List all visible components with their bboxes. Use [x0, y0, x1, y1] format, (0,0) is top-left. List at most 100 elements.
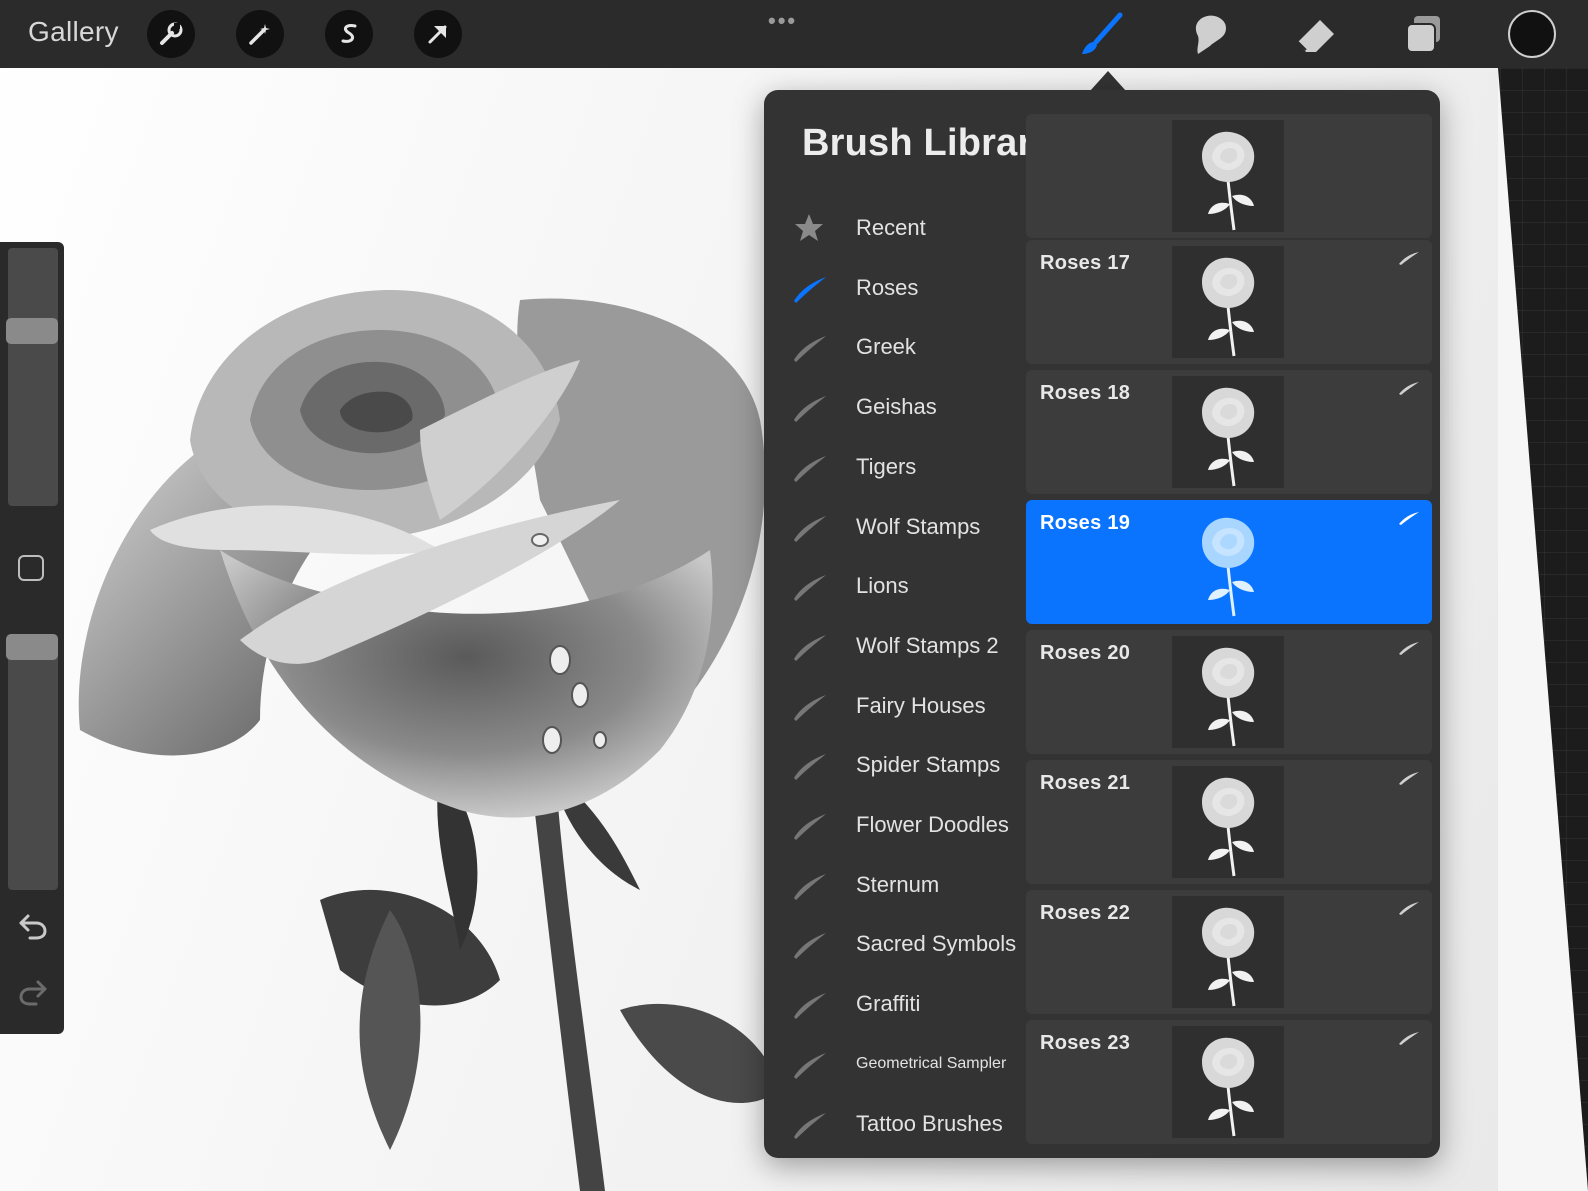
brush-preview-thumbnail [1172, 766, 1284, 878]
brush-stroke-icon [792, 390, 828, 424]
brush-stroke-icon [792, 868, 828, 902]
brush-stroke-icon [792, 689, 828, 723]
brush-set-item[interactable]: Lions [764, 556, 1026, 616]
brush-name: Roses 19 [1040, 512, 1131, 534]
brush-card[interactable]: Roses 23 [1026, 1020, 1432, 1144]
brush-set-item[interactable]: Wolf Stamps 2 [764, 616, 1026, 676]
brush-preview-thumbnail [1172, 636, 1284, 748]
brush-name: Roses 20 [1040, 642, 1131, 664]
brush-card[interactable]: Roses 20 [1026, 630, 1432, 754]
brush-library-panel: Brush Library + RecentRosesGreekGeishasT… [764, 90, 1440, 1158]
brush-preview-thumbnail [1172, 376, 1284, 488]
popover-arrow [1090, 71, 1126, 91]
brush-set-item[interactable]: Roses [764, 258, 1026, 318]
brush-set-item[interactable]: Flower Doodles [764, 795, 1026, 855]
opacity-slider[interactable] [6, 634, 58, 890]
brush-stroke-icon [1398, 250, 1420, 266]
brush-card[interactable]: Roses 17 [1026, 240, 1432, 364]
brush-card[interactable]: Roses 19 [1026, 500, 1432, 624]
color-picker[interactable] [1508, 10, 1556, 58]
brush-set-label: Recent [856, 215, 926, 240]
brush-stroke-icon [792, 330, 828, 364]
brush-set-item[interactable]: Greek [764, 317, 1026, 377]
gallery-button[interactable]: Gallery [28, 16, 119, 48]
brush-preview-thumbnail [1172, 246, 1284, 358]
brush-set-label: Wolf Stamps 2 [856, 632, 999, 658]
brush-stroke-icon [792, 748, 828, 782]
brush-stroke-icon [792, 1047, 828, 1081]
brush-set-item[interactable]: Geometrical Sampler [764, 1034, 1026, 1094]
brush-set-item[interactable]: Sacred Symbols [764, 914, 1026, 974]
brush-icon[interactable] [1080, 12, 1124, 56]
brush-set-label: Geishas [856, 394, 937, 420]
brush-set-label: Wolf Stamps [856, 513, 981, 539]
top-toolbar: Gallery ••• [0, 0, 1588, 68]
selection-s-icon[interactable] [325, 10, 373, 58]
brush-card[interactable]: Roses 18 [1026, 370, 1432, 494]
brush-set-item[interactable]: Sternum [764, 855, 1026, 915]
brush-set-item[interactable]: Graffiti [764, 974, 1026, 1034]
brush-set-item[interactable]: Tigers [764, 437, 1026, 497]
brush-list: Roses 17 Roses 18 Roses 19 Roses 20 Roses 21… [1026, 114, 1432, 1158]
brush-library-title: Brush Library [802, 122, 1054, 164]
eraser-icon[interactable] [1294, 12, 1338, 56]
magic-wand-icon[interactable] [236, 10, 284, 58]
smudge-icon[interactable] [1188, 12, 1232, 56]
brush-set-label: Sacred Symbols [856, 931, 1017, 957]
brush-set-label: Lions [856, 573, 909, 599]
modify-button[interactable] [18, 555, 44, 581]
brush-set-label: Spider Stamps [856, 752, 1001, 778]
brush-stroke-icon [1398, 380, 1420, 396]
brush-set-label: Geometrical Sampler [856, 1054, 1007, 1072]
rose-drawing [78, 290, 780, 1191]
brush-stroke-icon [1398, 900, 1420, 916]
brush-name: Roses 18 [1040, 382, 1131, 404]
brush-stroke-icon [792, 271, 828, 305]
transform-arrow-icon[interactable] [414, 10, 462, 58]
brush-set-label: Sternum [856, 871, 940, 897]
brush-set-item[interactable]: Wolf Stamps [764, 497, 1026, 557]
brush-card[interactable]: Roses 22 [1026, 890, 1432, 1014]
brush-set-label: Greek [856, 334, 916, 360]
brush-stroke-icon [792, 987, 828, 1021]
brush-set-label: Tattoo Brushes [856, 1110, 1003, 1136]
brush-stroke-icon [792, 450, 828, 484]
star-icon [792, 211, 828, 245]
brush-stroke-icon [1398, 770, 1420, 786]
brush-stroke-icon [1398, 510, 1420, 526]
brush-preview-thumbnail [1172, 1026, 1284, 1138]
layers-icon[interactable] [1402, 12, 1446, 56]
brush-stroke-icon [792, 1107, 828, 1141]
brush-stroke-icon [792, 808, 828, 842]
redo-icon[interactable] [18, 978, 48, 1013]
brush-size-thumb[interactable] [6, 318, 58, 344]
brush-stroke-icon [792, 569, 828, 603]
brush-name: Roses 22 [1040, 902, 1131, 924]
brush-stroke-icon [1398, 640, 1420, 656]
brush-preview-thumbnail [1172, 506, 1284, 618]
brush-preview-thumbnail [1172, 896, 1284, 1008]
brush-set-label: Roses [856, 274, 919, 300]
left-sidebar [0, 242, 64, 1034]
brush-card[interactable]: Roses 21 [1026, 760, 1432, 884]
brush-set-label: Graffiti [856, 991, 921, 1017]
brush-stroke-icon [1398, 1030, 1420, 1046]
wrench-icon[interactable] [147, 10, 195, 58]
brush-name: Roses 21 [1040, 772, 1131, 794]
brush-stroke-icon [792, 510, 828, 544]
brush-set-item[interactable]: Recent [764, 198, 1026, 258]
brush-set-item[interactable]: Geishas [764, 377, 1026, 437]
brush-stroke-icon [792, 927, 828, 961]
brush-set-item[interactable]: Tattoo Brushes [764, 1094, 1026, 1154]
undo-icon[interactable] [18, 912, 48, 947]
brush-size-slider[interactable] [6, 248, 58, 506]
more-options-icon[interactable]: ••• [768, 8, 797, 34]
brush-preview-thumbnail [1172, 120, 1284, 232]
brush-set-label: Fairy Houses [856, 692, 986, 718]
brush-set-label: Tigers [856, 453, 917, 479]
opacity-thumb[interactable] [6, 634, 58, 660]
brush-name: Roses 23 [1040, 1032, 1131, 1054]
brush-set-item[interactable]: Fairy Houses [764, 676, 1026, 736]
brush-set-item[interactable]: Spider Stamps [764, 735, 1026, 795]
brush-card[interactable] [1026, 114, 1432, 238]
